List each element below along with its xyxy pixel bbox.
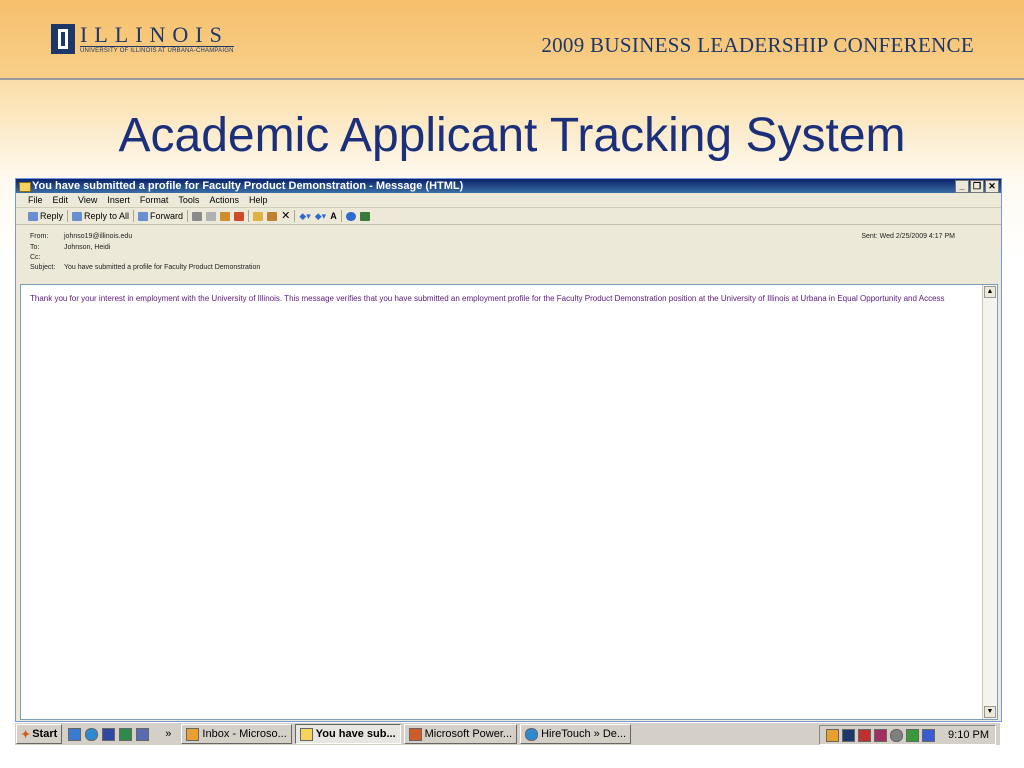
outlook-icon [186, 727, 200, 741]
forward-label: Forward [150, 211, 184, 221]
conference-title: 2009 BUSINESS LEADERSHIP CONFERENCE [541, 33, 974, 57]
slide-header: ILLINOIS UNIVERSITY OF ILLINOIS AT URBAN… [0, 0, 1024, 80]
print-icon[interactable] [192, 211, 203, 221]
toolbar-separator [133, 210, 135, 222]
security-tray-icon[interactable] [906, 728, 920, 742]
signal-tray-icon[interactable] [874, 728, 888, 742]
menu-file[interactable]: File [28, 193, 43, 207]
forward-icon [138, 211, 149, 221]
powerpoint-icon [408, 727, 422, 741]
minimize-button[interactable]: _ [955, 180, 969, 193]
visio-icon[interactable] [136, 727, 150, 741]
task-list: Inbox - Microso... You have sub... Micro… [181, 724, 632, 744]
taskbar: ✦ Start » Inbox - Microso... You have su… [15, 722, 1000, 745]
task-hiretouch[interactable]: HireTouch » De... [520, 724, 632, 744]
reply-icon [28, 211, 38, 221]
start-label: Start [32, 728, 58, 740]
toolbar-separator [248, 210, 250, 222]
logo-wordmark: ILLINOIS [80, 22, 229, 47]
contacts-icon[interactable] [253, 211, 264, 221]
illinois-logo-icon [51, 24, 75, 54]
scroll-down-icon[interactable]: ▼ [984, 706, 996, 718]
help-icon[interactable] [345, 211, 356, 221]
sent-label: Sent: [861, 233, 878, 240]
clock[interactable]: 9:10 PM [948, 729, 989, 741]
vertical-scrollbar[interactable]: ▲ ▼ [982, 285, 997, 719]
message-header: From: johnso19@illinois.edu To: Johnson,… [16, 225, 1001, 271]
reply-all-button[interactable]: Reply to All [72, 208, 129, 224]
menu-tools[interactable]: Tools [178, 193, 199, 207]
reply-label: Reply [40, 211, 64, 221]
scroll-up-icon[interactable]: ▲ [984, 286, 996, 298]
delete-icon[interactable]: ✕ [281, 208, 290, 224]
toolbar: Reply Reply to All Forward ✕ ◆▾ ◆▾ A [16, 208, 1001, 225]
rules-icon[interactable] [267, 211, 278, 221]
outlook-tray-icon[interactable] [826, 728, 840, 742]
to-value[interactable]: Johnson, Heidi [64, 244, 110, 251]
flag-icon[interactable] [234, 211, 245, 221]
internet-explorer-icon[interactable] [85, 727, 99, 741]
show-desktop-icon[interactable] [68, 727, 82, 741]
word-icon[interactable] [102, 727, 116, 741]
menu-actions[interactable]: Actions [209, 193, 239, 207]
previous-item-icon[interactable]: ◆▾ [299, 208, 310, 224]
task-inbox[interactable]: Inbox - Microso... [181, 724, 292, 744]
window-titlebar[interactable]: You have submitted a profile for Faculty… [16, 179, 1001, 193]
cc-label: Cc: [30, 254, 41, 261]
message-window: You have submitted a profile for Faculty… [15, 178, 1002, 722]
slide-title: Academic Applicant Tracking System [118, 109, 906, 162]
network-tray-icon[interactable] [858, 728, 872, 742]
next-item-icon[interactable]: ◆▾ [315, 208, 326, 224]
menu-format[interactable]: Format [140, 193, 169, 207]
message-body[interactable]: Thank you for your interest in employmen… [20, 284, 998, 720]
illinois-tray-icon[interactable] [842, 728, 856, 742]
toolbar-separator [67, 210, 69, 222]
reply-all-label: Reply to All [84, 211, 130, 221]
quick-launch: » [68, 727, 171, 741]
sync-tray-icon[interactable] [890, 728, 904, 742]
system-tray: 9:10 PM [819, 725, 996, 745]
menu-bar: File Edit View Insert Format Tools Actio… [16, 193, 1001, 208]
start-button[interactable]: ✦ Start [16, 724, 63, 744]
task-powerpoint[interactable]: Microsoft Power... [403, 724, 518, 744]
toolbar-separator [294, 210, 296, 222]
quick-launch-overflow[interactable]: » [165, 728, 171, 740]
sent-row: Sent: Wed 2/25/2009 4:17 PM [861, 233, 955, 240]
task-message[interactable]: You have sub... [294, 724, 401, 744]
menu-edit[interactable]: Edit [53, 193, 69, 207]
task-message-label: You have sub... [315, 728, 396, 740]
from-value[interactable]: johnso19@illinois.edu [64, 233, 132, 240]
move-to-folder-icon[interactable] [220, 211, 231, 221]
task-inbox-label: Inbox - Microso... [202, 728, 287, 740]
subject-value: You have submitted a profile for Faculty… [64, 264, 261, 271]
message-text: Thank you for your interest in employmen… [30, 294, 945, 303]
sent-value: Wed 2/25/2009 4:17 PM [879, 233, 955, 240]
menu-insert[interactable]: Insert [107, 193, 130, 207]
copy-icon[interactable] [206, 211, 217, 221]
reply-button[interactable]: Reply [28, 208, 63, 224]
restore-button[interactable]: ❐ [970, 180, 984, 193]
task-powerpoint-label: Microsoft Power... [424, 728, 513, 740]
task-hiretouch-label: HireTouch » De... [541, 728, 627, 740]
toolbar-separator [340, 210, 342, 222]
close-button[interactable]: ✕ [985, 180, 999, 193]
reply-all-icon [72, 211, 83, 221]
menu-view[interactable]: View [78, 193, 97, 207]
shield-icon[interactable] [922, 728, 936, 742]
envelope-icon [19, 182, 31, 192]
internet-explorer-icon [525, 727, 539, 741]
envelope-icon [299, 727, 313, 741]
toolbar-separator [187, 210, 189, 222]
menu-help[interactable]: Help [249, 193, 268, 207]
excel-icon[interactable] [119, 727, 133, 741]
font-size-icon[interactable]: A [330, 208, 337, 224]
windows-logo-icon: ✦ [21, 728, 31, 741]
logo-subtitle: UNIVERSITY OF ILLINOIS AT URBANA-CHAMPAI… [80, 46, 234, 54]
translate-icon[interactable] [359, 211, 370, 221]
window-title: You have submitted a profile for Faculty… [32, 180, 464, 192]
forward-button[interactable]: Forward [138, 208, 183, 224]
